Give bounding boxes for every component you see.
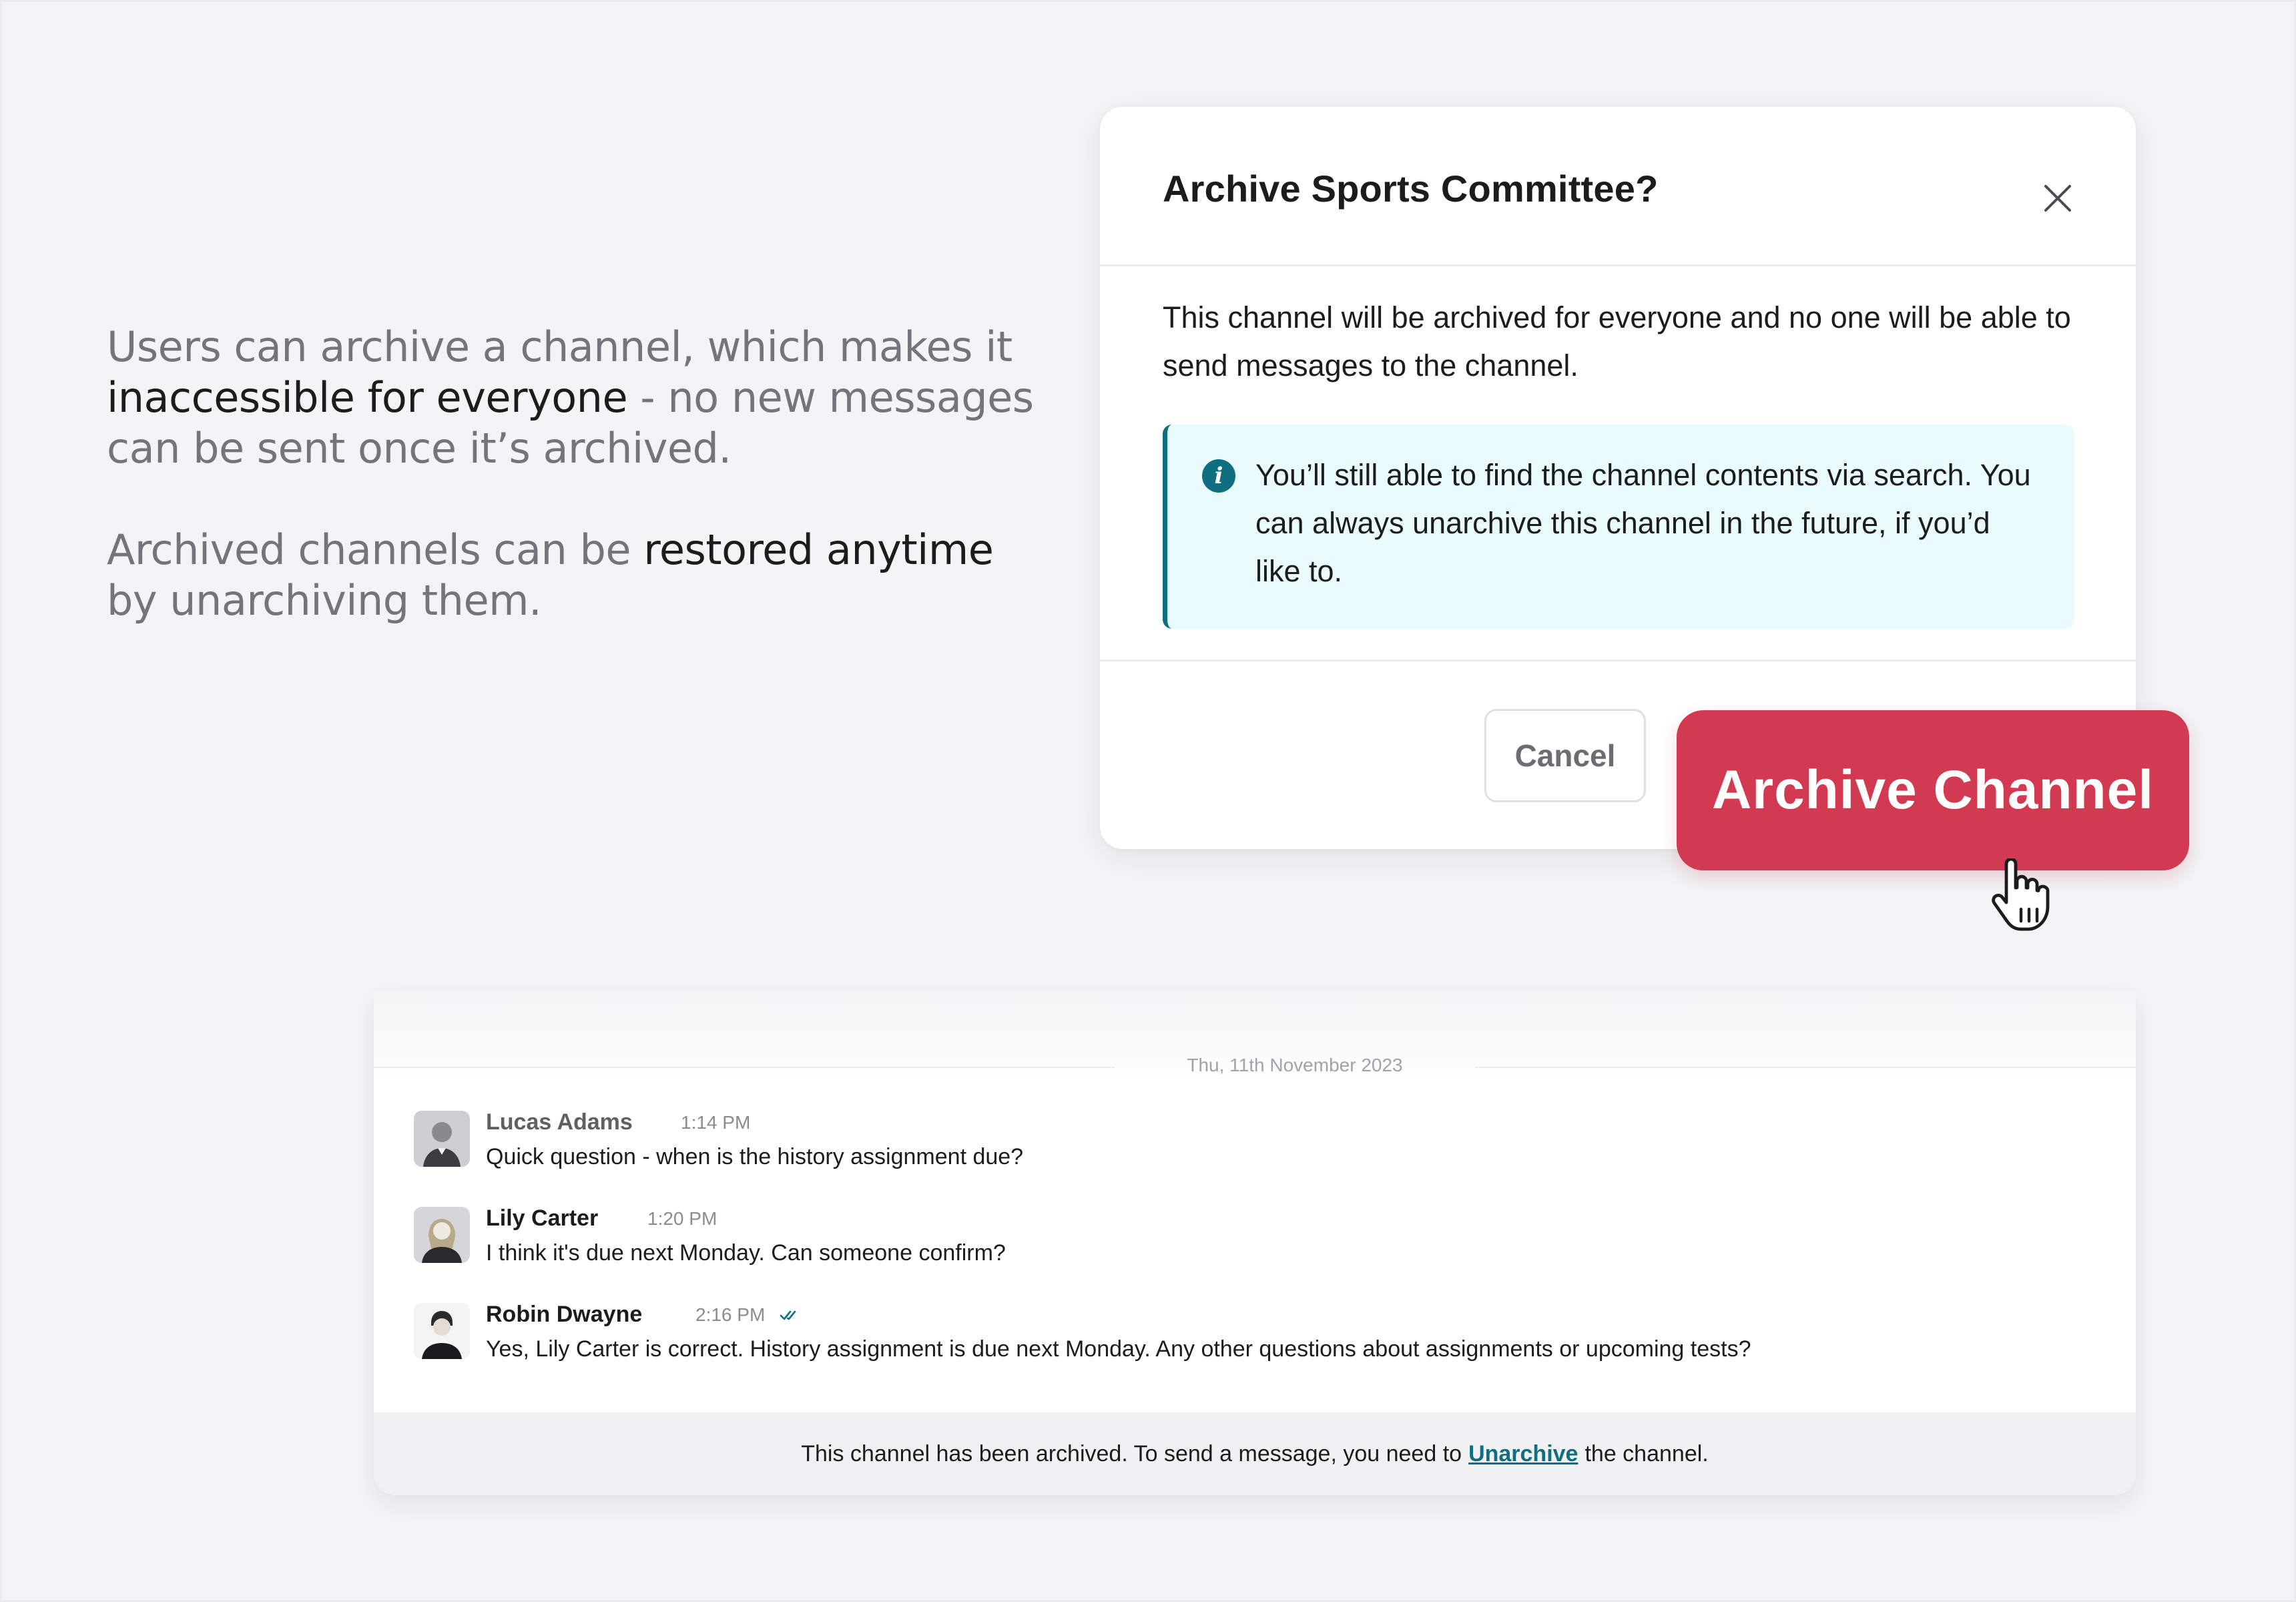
message-text: I think it's due next Monday. Can someon…	[486, 1240, 1006, 1266]
unarchive-link[interactable]: Unarchive	[1468, 1441, 1578, 1467]
description-text: Users can archive a channel, which makes…	[107, 322, 1013, 371]
date-divider-line	[1475, 1067, 2136, 1068]
close-button[interactable]	[2031, 172, 2084, 225]
avatar[interactable]	[414, 1111, 470, 1167]
sender-name[interactable]: Lily Carter	[486, 1206, 598, 1232]
message-text: Quick question - when is the history ass…	[486, 1144, 1024, 1169]
read-receipt-icon	[780, 1310, 796, 1320]
close-icon	[2044, 185, 2071, 212]
channel-message-panel: Thu, 11th November 2023 Lucas Adams 1:14…	[374, 991, 2136, 1495]
message-time: 2:16 PM	[695, 1304, 766, 1325]
date-divider-line	[374, 1067, 1115, 1068]
date-divider-label: Thu, 11th November 2023	[1187, 1055, 1403, 1075]
info-icon: i	[1202, 459, 1235, 493]
description-text: by unarchiving them.	[107, 576, 542, 625]
message-text: Yes, Lily Carter is correct. History ass…	[486, 1336, 1751, 1362]
message-row: Robin Dwayne 2:16 PM Yes, Lily Carter is…	[414, 1302, 2122, 1375]
message-row: Lily Carter 1:20 PM I think it's due nex…	[414, 1206, 2122, 1279]
modal-header: Archive Sports Committee?	[1100, 107, 2136, 266]
archive-channel-button[interactable]: Archive Channel	[1677, 710, 2189, 870]
description-text: Archived channels can be	[107, 525, 644, 574]
date-divider: Thu, 11th November 2023	[374, 1055, 2136, 1075]
feature-description: Users can archive a channel, which makes…	[107, 322, 1041, 626]
archived-notice-text: This channel has been archived. To send …	[801, 1440, 1462, 1466]
message-time: 1:14 PM	[681, 1112, 751, 1133]
sender-name[interactable]: Lucas Adams	[486, 1109, 633, 1135]
modal-divider	[1100, 659, 2136, 661]
message-time: 1:20 PM	[647, 1208, 718, 1229]
sender-name[interactable]: Robin Dwayne	[486, 1302, 642, 1328]
description-emphasis: inaccessible for everyone	[107, 373, 628, 422]
archived-notice: This channel has been archived. To send …	[374, 1412, 2136, 1495]
info-callout: i You’ll still able to find the channel …	[1163, 425, 2074, 629]
hand-pointer-icon	[1992, 858, 2050, 931]
modal-title: Archive Sports Committee?	[1163, 168, 1659, 210]
cancel-button[interactable]: Cancel	[1484, 709, 1646, 802]
description-paragraph-2: Archived channels can be restored anytim…	[107, 525, 1041, 626]
avatar[interactable]	[414, 1303, 470, 1359]
avatar[interactable]	[414, 1207, 470, 1263]
message-row: Lucas Adams 1:14 PM Quick question - whe…	[414, 1109, 2122, 1183]
info-callout-text: You’ll still able to find the channel co…	[1255, 458, 2031, 588]
archived-notice-text: the channel.	[1585, 1440, 1709, 1466]
description-emphasis: restored anytime	[643, 525, 994, 574]
description-paragraph-1: Users can archive a channel, which makes…	[107, 322, 1041, 474]
modal-description: This channel will be archived for everyo…	[1163, 300, 2071, 382]
